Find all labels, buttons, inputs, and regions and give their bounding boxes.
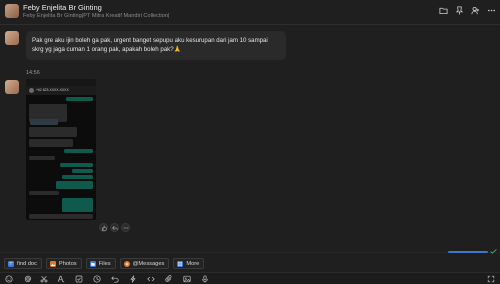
find-doc-label: find doc xyxy=(17,260,37,267)
folder-icon[interactable] xyxy=(439,6,448,15)
contact-avatar[interactable] xyxy=(5,4,19,18)
screenshot-bubble xyxy=(29,127,77,137)
more-label: More xyxy=(186,260,200,267)
photos-label: Photos xyxy=(58,260,77,267)
check-icon[interactable] xyxy=(75,275,83,283)
screenshot-bubble xyxy=(56,181,93,189)
screenshot-contact-name: +62 823-XXXX-XXXX xyxy=(36,87,69,92)
attachment-icon[interactable] xyxy=(165,275,173,283)
quick-actions: find doc Photos Files @Messages More xyxy=(4,258,205,269)
add-member-icon[interactable] xyxy=(471,6,480,15)
screenshot-bubble xyxy=(62,175,93,179)
more-icon[interactable] xyxy=(487,6,496,15)
message-bubble[interactable]: Pak gre aku ijin boleh ga pak, urgent ba… xyxy=(26,31,286,60)
screenshot-bubble xyxy=(60,163,93,167)
screenshot-bubble xyxy=(29,191,59,195)
like-icon[interactable] xyxy=(99,223,108,232)
more-button[interactable]: More xyxy=(173,258,205,269)
screenshot-bubble xyxy=(30,119,58,125)
photo-icon xyxy=(49,260,56,267)
files-icon xyxy=(89,260,96,267)
sent-check-icon xyxy=(490,249,497,254)
contact-subtitle: Feby Enjelita Br Ginting|PT Mitra Kreati… xyxy=(23,13,170,19)
files-label: Files xyxy=(98,260,111,267)
screenshot-bubble xyxy=(62,198,93,212)
pin-icon[interactable] xyxy=(455,6,464,15)
mention-icon xyxy=(123,260,130,267)
doc-search-icon xyxy=(8,260,14,267)
code-icon[interactable] xyxy=(147,275,155,283)
emoji-icon[interactable] xyxy=(5,275,13,283)
screenshot-avatar xyxy=(29,88,34,93)
clock-icon[interactable] xyxy=(93,275,101,283)
text-format-icon[interactable] xyxy=(57,275,65,283)
screenshot-contact-bar: +62 823-XXXX-XXXX xyxy=(26,86,96,95)
grid-icon xyxy=(177,260,184,267)
message-image[interactable]: +62 823-XXXX-XXXX xyxy=(26,79,96,220)
upload-progress-track xyxy=(0,252,500,253)
screenshot-status-bar xyxy=(26,79,96,86)
upload-progress-bar xyxy=(448,251,488,253)
chat-header: Feby Enjelita Br Ginting Feby Enjelita B… xyxy=(0,0,500,25)
screenshot-bubble xyxy=(64,149,93,153)
find-doc-button[interactable]: find doc xyxy=(4,258,42,269)
message-reactions xyxy=(99,223,130,232)
sender-avatar[interactable] xyxy=(5,80,19,94)
scissors-icon[interactable] xyxy=(40,275,48,283)
lightning-icon[interactable] xyxy=(129,275,137,283)
at-icon[interactable] xyxy=(24,275,32,283)
screenshot-bubble xyxy=(72,169,93,173)
composer-toolbar xyxy=(0,272,500,284)
message-time: 14:56 xyxy=(26,70,40,76)
voice-icon[interactable] xyxy=(201,275,209,283)
sender-avatar[interactable] xyxy=(5,31,19,45)
contact-name[interactable]: Feby Enjelita Br Ginting xyxy=(23,3,102,12)
messages-button[interactable]: @Messages xyxy=(119,258,170,269)
screenshot-bubble xyxy=(29,156,55,160)
screenshot-bubble xyxy=(66,97,93,101)
screenshot-input xyxy=(29,214,93,219)
reply-icon[interactable] xyxy=(110,223,119,232)
photos-button[interactable]: Photos xyxy=(45,258,82,269)
image-icon[interactable] xyxy=(183,275,191,283)
more-icon[interactable] xyxy=(121,223,130,232)
expand-icon[interactable] xyxy=(487,275,495,283)
files-button[interactable]: Files xyxy=(85,258,116,269)
chat-window: Feby Enjelita Br Ginting Feby Enjelita B… xyxy=(0,0,500,284)
undo-icon[interactable] xyxy=(111,275,119,283)
message-text: Pak gre aku ijin boleh ga pak, urgent ba… xyxy=(32,37,268,53)
screenshot-bubble xyxy=(29,139,73,147)
header-actions xyxy=(439,6,496,15)
messages-label: @Messages xyxy=(132,260,165,267)
